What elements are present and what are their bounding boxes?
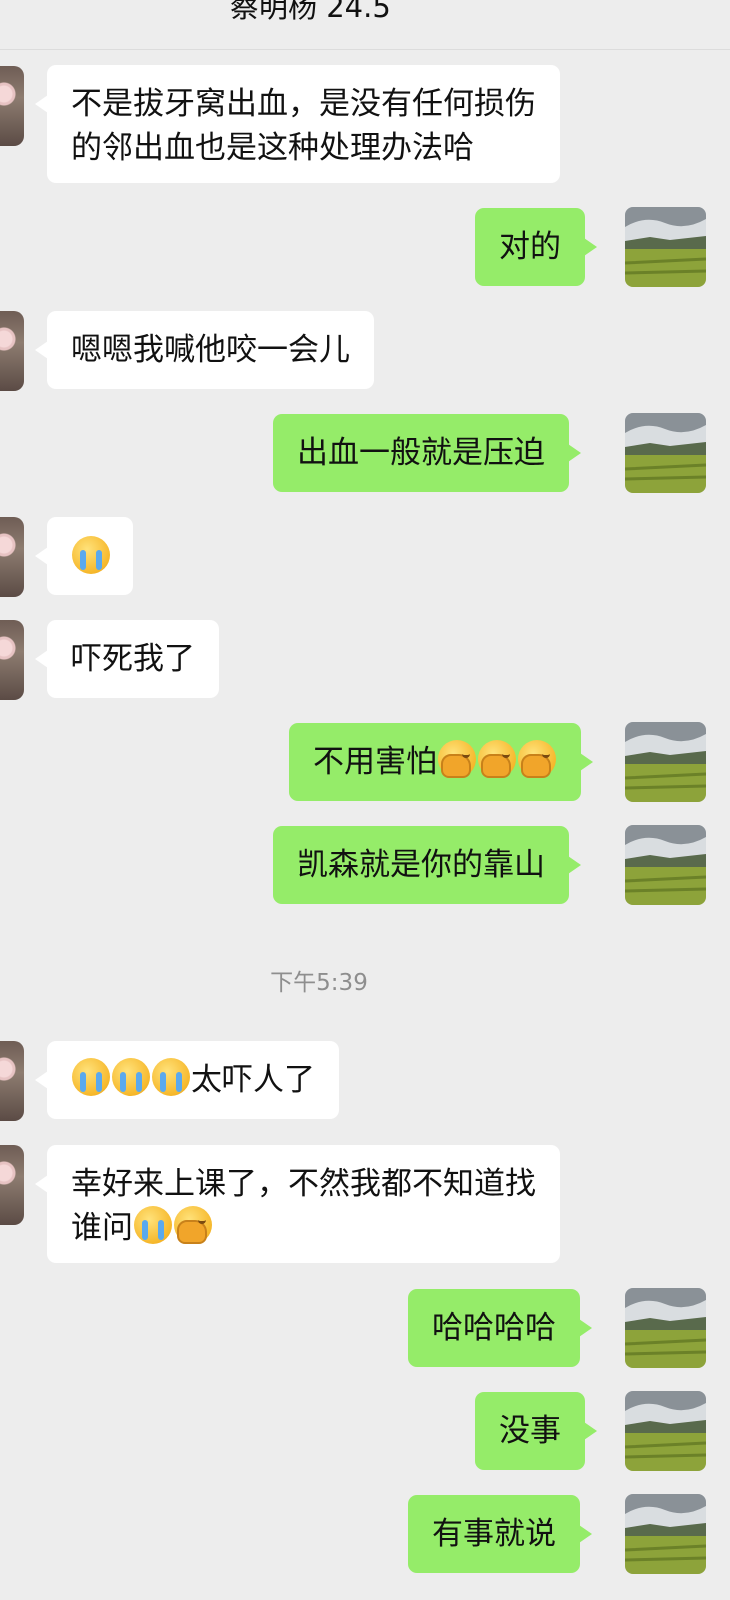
my-avatar[interactable] xyxy=(625,413,706,493)
outgoing-message-bubble[interactable]: 对的 xyxy=(475,208,597,286)
message-text: 吓死我了 xyxy=(71,641,195,677)
landscape-avatar-image xyxy=(625,1391,706,1471)
facepalm-icon xyxy=(174,1206,212,1244)
message-text: 没事 xyxy=(499,1413,561,1449)
outgoing-message-bubble[interactable]: 出血一般就是压迫 xyxy=(273,414,581,492)
incoming-message-bubble[interactable]: 太吓人了 xyxy=(35,1041,339,1119)
landscape-avatar-image xyxy=(625,1288,706,1368)
loudly-crying-face-icon xyxy=(72,536,110,574)
message-text-line: 不是拔牙窝出血，是没有任何损伤 xyxy=(71,86,536,122)
message-text: 太吓人了 xyxy=(191,1062,315,1098)
outgoing-message-bubble[interactable]: 有事就说 xyxy=(408,1495,592,1573)
contact-avatar[interactable] xyxy=(0,620,24,700)
incoming-message-bubble[interactable]: 嗯嗯我喊他咬一会儿 xyxy=(35,311,374,389)
my-avatar[interactable] xyxy=(625,207,706,287)
chat-title: 蔡明杨 24.5 xyxy=(230,0,391,24)
loudly-crying-face-icon xyxy=(152,1058,190,1096)
message-text-line: 的邻出血也是这种处理办法哈 xyxy=(71,130,474,166)
landscape-avatar-image xyxy=(625,825,706,905)
my-avatar[interactable] xyxy=(625,1288,706,1368)
message-text: 凯森就是你的靠山 xyxy=(297,847,545,883)
message-text: 出血一般就是压迫 xyxy=(297,435,545,471)
message-text: 嗯嗯我喊他咬一会儿 xyxy=(71,332,350,368)
loudly-crying-face-icon xyxy=(112,1058,150,1096)
outgoing-message-bubble[interactable]: 凯森就是你的靠山 xyxy=(273,826,581,904)
incoming-message-bubble[interactable]: 吓死我了 xyxy=(35,620,219,698)
contact-avatar[interactable] xyxy=(0,1145,24,1225)
message-text-line: 谁问 xyxy=(71,1206,536,1250)
incoming-message-bubble[interactable]: 不是拔牙窝出血，是没有任何损伤 的邻出血也是这种处理办法哈 xyxy=(35,65,560,183)
landscape-avatar-image xyxy=(625,207,706,287)
facepalm-icon xyxy=(518,740,556,778)
message-text: 不用害怕 xyxy=(313,744,437,780)
facepalm-icon xyxy=(478,740,516,778)
contact-avatar[interactable] xyxy=(0,66,24,146)
message-text: 谁问 xyxy=(71,1210,133,1246)
contact-avatar[interactable] xyxy=(0,517,24,597)
incoming-message-bubble[interactable] xyxy=(35,517,133,595)
landscape-avatar-image xyxy=(625,413,706,493)
landscape-avatar-image xyxy=(625,1494,706,1574)
incoming-message-bubble[interactable]: 幸好来上课了，不然我都不知道找 谁问 xyxy=(35,1145,560,1263)
message-text: 有事就说 xyxy=(432,1516,556,1552)
outgoing-message-bubble[interactable]: 哈哈哈哈 xyxy=(408,1289,592,1367)
more-options-icon[interactable]: ⋯ xyxy=(657,0,690,9)
message-timestamp: 下午5:39 xyxy=(270,970,368,996)
loudly-crying-face-icon xyxy=(134,1206,172,1244)
outgoing-message-bubble[interactable]: 不用害怕 xyxy=(289,723,593,801)
my-avatar[interactable] xyxy=(625,825,706,905)
chat-area: 蔡明杨 24.5 ⋯ 不是拔牙窝出血，是没有任何损伤 的邻出血也是这种处理办法哈… xyxy=(0,0,730,1600)
landscape-avatar-image xyxy=(625,722,706,802)
my-avatar[interactable] xyxy=(625,1494,706,1574)
message-text-line: 幸好来上课了，不然我都不知道找 xyxy=(71,1166,536,1202)
my-avatar[interactable] xyxy=(625,1391,706,1471)
facepalm-icon xyxy=(438,740,476,778)
chat-header: 蔡明杨 24.5 ⋯ xyxy=(0,0,730,50)
outgoing-message-bubble[interactable]: 没事 xyxy=(475,1392,597,1470)
message-text: 哈哈哈哈 xyxy=(432,1310,556,1346)
message-text: 对的 xyxy=(499,229,561,265)
loudly-crying-face-icon xyxy=(72,1058,110,1096)
contact-avatar[interactable] xyxy=(0,311,24,391)
my-avatar[interactable] xyxy=(625,722,706,802)
contact-avatar[interactable] xyxy=(0,1041,24,1121)
